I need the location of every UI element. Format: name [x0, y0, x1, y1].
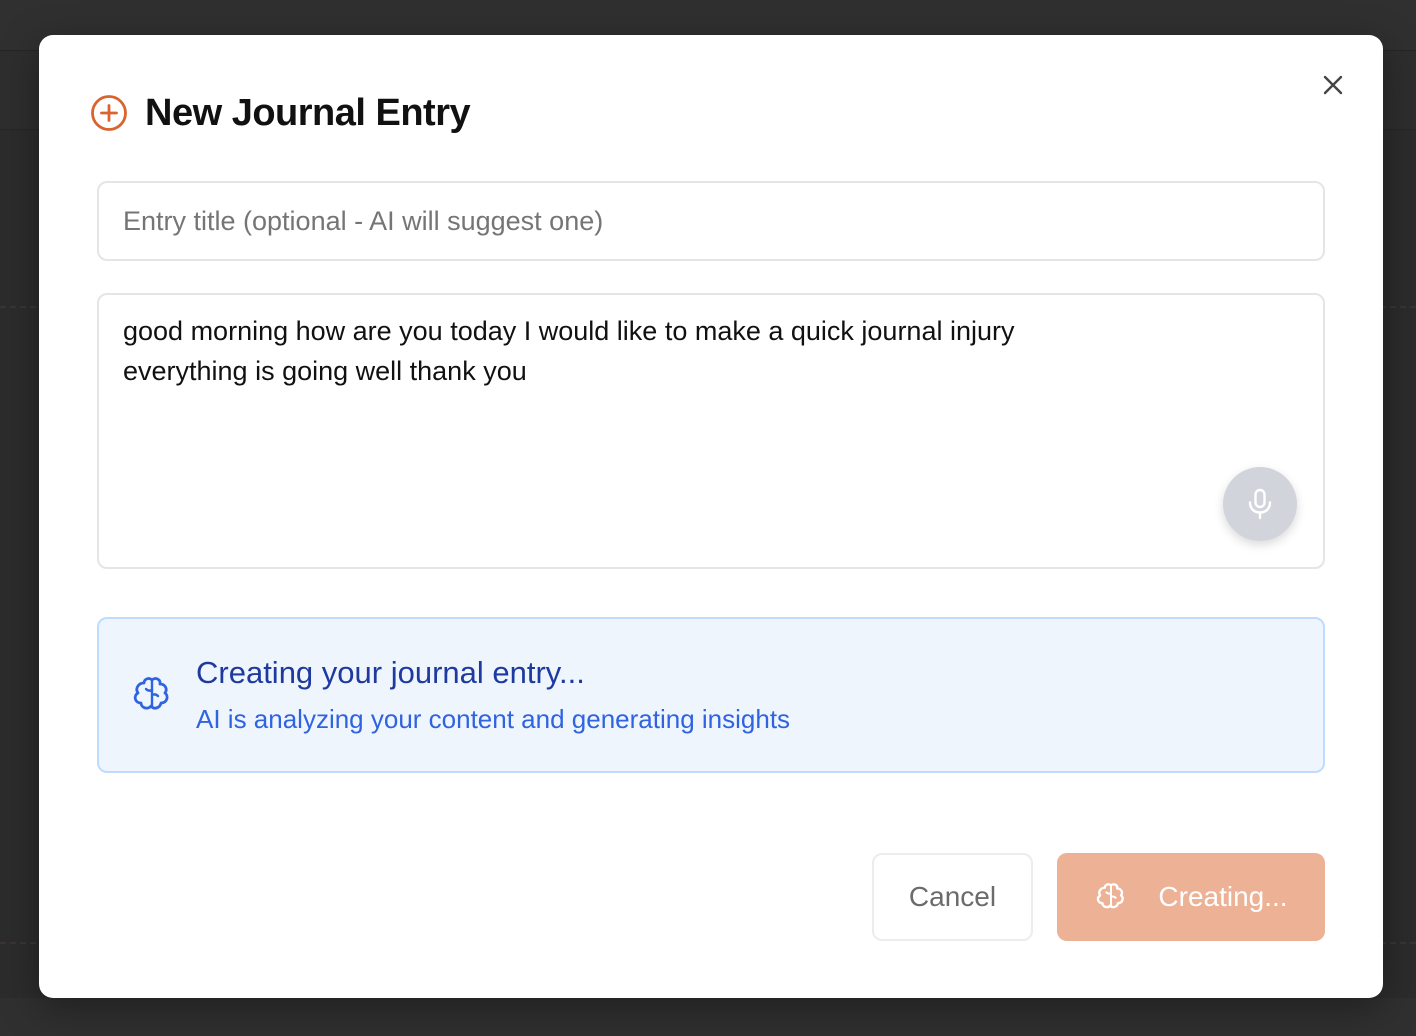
brain-icon: [1094, 880, 1128, 914]
modal-title: New Journal Entry: [145, 91, 471, 134]
status-subtitle: AI is analyzing your content and generat…: [196, 704, 791, 734]
microphone-button[interactable]: [1223, 467, 1297, 541]
create-button-label: Creating...: [1158, 881, 1288, 912]
background-footer: [0, 998, 1416, 1036]
entry-content-text[interactable]: good morning how are you today I would l…: [123, 311, 1123, 391]
plus-circle-icon: [90, 94, 128, 132]
status-title: Creating your journal entry...: [196, 655, 585, 690]
close-icon: [1323, 75, 1343, 95]
brain-icon: [129, 672, 175, 718]
entry-title-input[interactable]: [97, 181, 1325, 261]
modal-header: New Journal Entry: [90, 90, 471, 136]
status-banner: Creating your journal entry... AI is ana…: [97, 617, 1325, 773]
cancel-button[interactable]: Cancel: [872, 853, 1033, 941]
new-entry-modal: New Journal Entry good morning how are y…: [39, 35, 1383, 998]
create-entry-button[interactable]: Creating...: [1057, 853, 1325, 941]
entry-content-field[interactable]: good morning how are you today I would l…: [97, 293, 1325, 569]
close-button[interactable]: [1317, 69, 1349, 101]
microphone-icon: [1248, 488, 1272, 520]
